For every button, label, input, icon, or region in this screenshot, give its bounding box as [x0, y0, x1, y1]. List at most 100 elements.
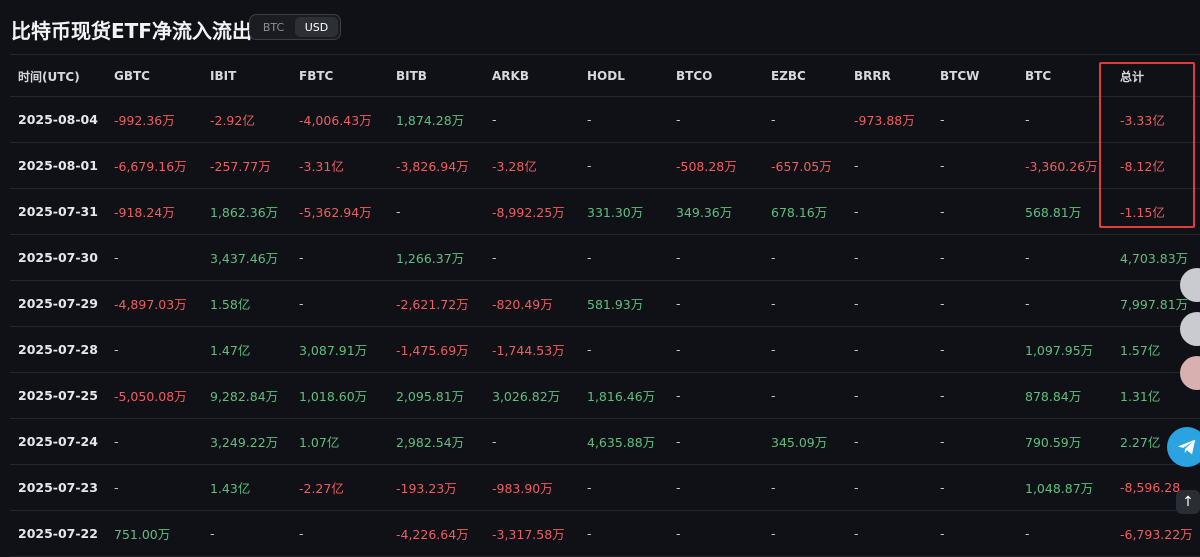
- column-header: BTC: [1017, 56, 1112, 97]
- table-row: 2025-07-28-1.47亿 3,087.91万 -1,475.69万 -1,74…: [10, 326, 1200, 373]
- toggle-btc[interactable]: BTC: [252, 17, 295, 37]
- flow-cell: 1.43亿: [202, 464, 291, 511]
- flow-cell: -: [388, 188, 484, 235]
- flow-cell: -4,897.03万: [106, 280, 202, 327]
- table-row: 2025-07-24-3,249.22万 1.07亿 2,982.54万 -4,635…: [10, 418, 1200, 465]
- arrow-up-icon[interactable]: ↑: [1176, 490, 1200, 514]
- table-row: 2025-07-29 -4,897.03万 1.58亿 - -2,621.72万 -820…: [10, 280, 1200, 327]
- flow-cell: -1,475.69万: [388, 326, 484, 373]
- toggle-usd[interactable]: USD: [295, 17, 338, 37]
- column-header: ARKB: [484, 56, 579, 97]
- flow-cell: 1,018.60万: [291, 372, 388, 419]
- column-header: GBTC: [106, 56, 202, 97]
- flow-cell: -: [484, 418, 579, 465]
- column-header: 总计: [1112, 56, 1200, 97]
- flow-cell: -: [668, 326, 763, 373]
- flow-cell: -: [932, 280, 1017, 327]
- flow-cell: 345.09万: [763, 418, 846, 465]
- flow-cell: -: [932, 234, 1017, 281]
- flow-cell: -2.27亿: [291, 464, 388, 511]
- flow-cell: -: [1017, 96, 1112, 143]
- date-cell: 2025-07-30: [10, 234, 106, 281]
- etf-flow-table: 时间(UTC) GBTC IBIT FBTC BITB ARKB HODL BTCO EZBC B…: [10, 56, 1200, 557]
- flow-cell: -: [846, 280, 932, 327]
- flow-cell: -: [106, 464, 202, 511]
- flow-cell: -: [579, 326, 668, 373]
- flow-cell: -8,992.25万: [484, 188, 579, 235]
- flow-cell: -: [763, 464, 846, 511]
- flow-cell: -2.92亿: [202, 96, 291, 143]
- flow-cell: -: [579, 142, 668, 189]
- flow-cell: -: [106, 234, 202, 281]
- flow-cell: -: [846, 188, 932, 235]
- flow-cell: -: [106, 326, 202, 373]
- flow-cell: -: [846, 464, 932, 511]
- flow-cell: -: [579, 96, 668, 143]
- flow-cell: -983.90万: [484, 464, 579, 511]
- flow-cell: -: [484, 234, 579, 281]
- table-row: 2025-08-04 -992.36万 -2.92亿 -4,006.43万 1,874.…: [10, 96, 1200, 143]
- flow-cell: 4,635.88万: [579, 418, 668, 465]
- flow-cell: -: [668, 372, 763, 419]
- flow-cell: -8.12亿: [1112, 142, 1200, 189]
- flow-cell: -: [932, 188, 1017, 235]
- flow-cell: -6,679.16万: [106, 142, 202, 189]
- flow-cell: 568.81万: [1017, 188, 1112, 235]
- date-cell: 2025-07-23: [10, 464, 106, 511]
- table-row: 2025-07-23-1.43亿 -2.27亿 -193.23万 -983.90万 - -…: [10, 464, 1200, 511]
- flow-cell: -: [668, 234, 763, 281]
- flow-cell: -: [763, 326, 846, 373]
- flow-cell: -: [1017, 234, 1112, 281]
- column-header: BTCW: [932, 56, 1017, 97]
- flow-cell: -: [668, 418, 763, 465]
- flow-cell: -: [668, 464, 763, 511]
- flow-cell: -1.15亿: [1112, 188, 1200, 235]
- flow-cell: -657.05万: [763, 142, 846, 189]
- table-row: 2025-07-31 -918.24万 1,862.36万 -5,362.94万 - -8…: [10, 188, 1200, 235]
- flow-cell: 9,282.84万: [202, 372, 291, 419]
- flow-cell: -: [846, 372, 932, 419]
- flow-cell: -4,006.43万: [291, 96, 388, 143]
- flow-cell: -3.31亿: [291, 142, 388, 189]
- flow-cell: 3,437.46万: [202, 234, 291, 281]
- flow-cell: 1,816.46万: [579, 372, 668, 419]
- telegram-icon[interactable]: [1167, 427, 1200, 467]
- flow-cell: -: [932, 418, 1017, 465]
- flow-cell: 1,266.37万: [388, 234, 484, 281]
- flow-cell: -508.28万: [668, 142, 763, 189]
- flow-cell: 1,097.95万: [1017, 326, 1112, 373]
- header: 比特币现货ETF净流入流出 BTC USD: [0, 0, 1200, 55]
- flow-cell: -3.28亿: [484, 142, 579, 189]
- flow-cell: -193.23万: [388, 464, 484, 511]
- flow-cell: -3,360.26万: [1017, 142, 1112, 189]
- flow-cell: 678.16万: [763, 188, 846, 235]
- flow-cell: 1.58亿: [202, 280, 291, 327]
- table-row: 2025-07-30-3,437.46万 -1,266.37万 - - - - - - -4,7…: [10, 234, 1200, 281]
- flow-cell: 1,874.28万: [388, 96, 484, 143]
- flow-cell: -: [763, 280, 846, 327]
- date-cell: 2025-07-25: [10, 372, 106, 419]
- flow-cell: -: [1017, 280, 1112, 327]
- column-header: 时间(UTC): [10, 56, 106, 97]
- flow-cell: 3,026.82万: [484, 372, 579, 419]
- flow-cell: 2,982.54万: [388, 418, 484, 465]
- flow-cell: -1,744.53万: [484, 326, 579, 373]
- unit-toggle[interactable]: BTC USD: [249, 14, 341, 40]
- flow-cell: 1.47亿: [202, 326, 291, 373]
- date-cell: 2025-07-29: [10, 280, 106, 327]
- table-header-row: 时间(UTC) GBTC IBIT FBTC BITB ARKB HODL BTCO EZBC B…: [10, 56, 1200, 97]
- table-body: 2025-08-04 -992.36万 -2.92亿 -4,006.43万 1,874.…: [10, 96, 1200, 557]
- flow-cell: -3,826.94万: [388, 142, 484, 189]
- flow-cell: -: [932, 464, 1017, 511]
- table-row: 2025-07-25 -5,050.08万 9,282.84万 1,018.60万 2,…: [10, 372, 1200, 419]
- column-header: BRRR: [846, 56, 932, 97]
- flow-cell: -: [846, 234, 932, 281]
- flow-cell: -: [579, 234, 668, 281]
- flow-cell: -: [846, 142, 932, 189]
- flow-cell: -820.49万: [484, 280, 579, 327]
- flow-cell: 1,048.87万: [1017, 464, 1112, 511]
- date-cell: 2025-08-04: [10, 96, 106, 143]
- column-header: HODL: [579, 56, 668, 97]
- flow-cell: -: [763, 372, 846, 419]
- flow-cell: -257.77万: [202, 142, 291, 189]
